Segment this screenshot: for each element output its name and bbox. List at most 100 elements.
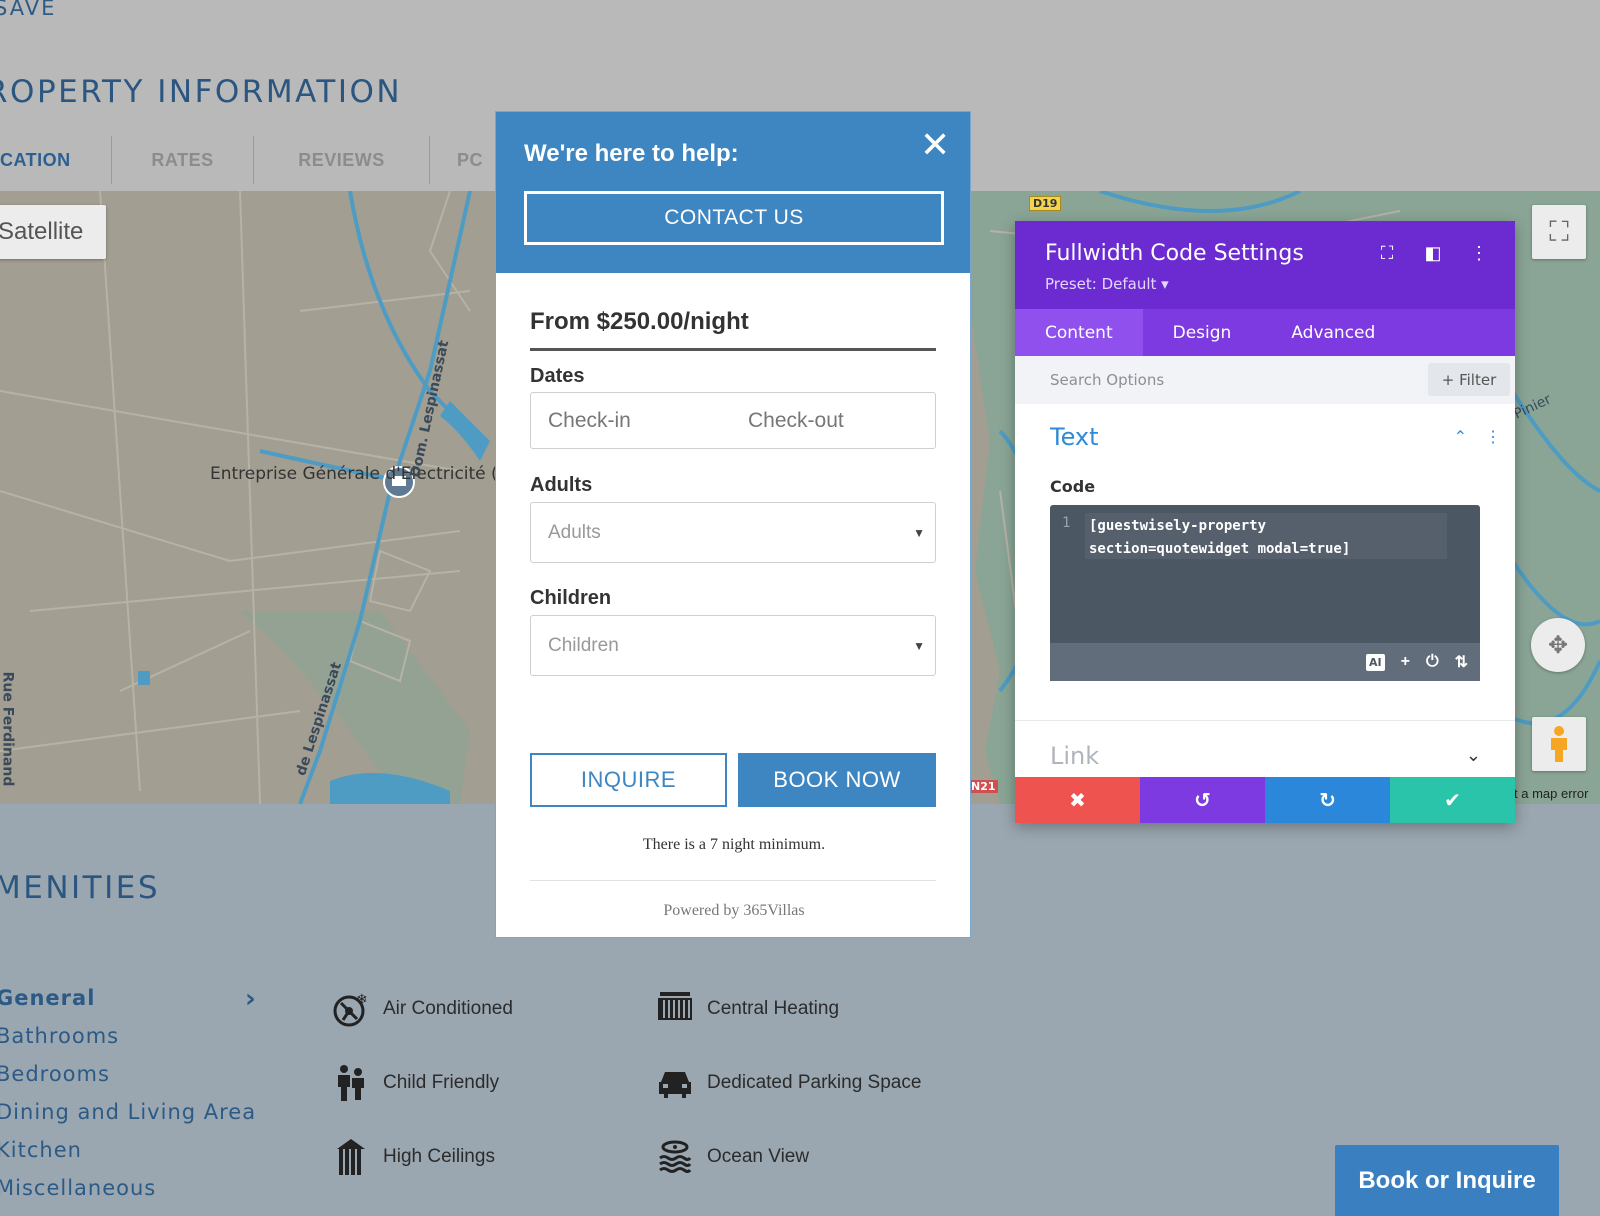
date-range-field[interactable]: Check-in Check-out: [530, 392, 936, 449]
tab-rates[interactable]: RATES: [112, 136, 254, 184]
chevron-down-icon[interactable]: ⌄: [1466, 745, 1481, 766]
amenity-item: Central Heating: [655, 989, 839, 1029]
more-options-icon[interactable]: ⋮: [1469, 243, 1489, 264]
ai-assist-icon[interactable]: AI: [1365, 653, 1385, 671]
redo-icon[interactable]: ↻: [1265, 777, 1390, 823]
contact-us-button[interactable]: CONTACT US: [524, 191, 944, 245]
amenities-title: MENITIES: [0, 870, 161, 906]
section-divider: [1015, 720, 1515, 721]
save-link[interactable]: SAVE: [0, 0, 56, 20]
line-number: 1: [1062, 515, 1071, 531]
tab-content[interactable]: Content: [1015, 309, 1143, 356]
search-options-bar: Search Options + Filter: [1015, 356, 1515, 404]
amenity-item: Dedicated Parking Space: [655, 1063, 921, 1103]
sort-arrows-icon[interactable]: ⇅: [1455, 652, 1468, 672]
search-options-input[interactable]: Search Options: [1050, 371, 1164, 389]
dropdown-caret-icon: ▼: [913, 639, 925, 653]
fullscreen-icon[interactable]: ⛶: [1377, 243, 1397, 264]
power-icon[interactable]: ⏻: [1426, 653, 1439, 671]
panel-header[interactable]: Fullwidth Code Settings Preset: Default …: [1015, 221, 1515, 309]
inquire-button[interactable]: INQUIRE: [530, 753, 727, 807]
modal-header: We're here to help: ✕ CONTACT US: [496, 112, 970, 273]
checkout-input[interactable]: Check-out: [748, 409, 844, 433]
property-tabs: CATION RATES REVIEWS PC: [0, 134, 510, 186]
amenity-label: High Ceilings: [383, 1146, 495, 1167]
quote-modal: We're here to help: ✕ CONTACT US From $2…: [495, 111, 971, 938]
amenity-label: Air Conditioned: [383, 998, 513, 1019]
report-map-error-link[interactable]: t a map error: [1514, 786, 1588, 801]
ocean-icon: [655, 1137, 695, 1177]
tab-design[interactable]: Design: [1143, 309, 1262, 356]
editor-toolbar: AI + ⏻ ⇅: [1050, 643, 1480, 681]
amenity-item: ❄ Air Conditioned: [331, 989, 513, 1029]
category-bedrooms[interactable]: Bedrooms: [0, 1062, 110, 1086]
amenity-label: Dedicated Parking Space: [707, 1072, 922, 1093]
code-input[interactable]: [guestwisely-property section=quotewidge…: [1089, 515, 1350, 561]
chevron-right-icon: ›: [245, 984, 256, 1014]
car-icon: [655, 1063, 695, 1103]
category-dining-living[interactable]: Dining and Living Area: [0, 1100, 256, 1124]
children-label: Children: [530, 587, 612, 609]
tab-advanced[interactable]: Advanced: [1261, 309, 1405, 356]
columns-icon: [331, 1137, 371, 1177]
adults-placeholder: Adults: [548, 521, 601, 543]
children-placeholder: Children: [548, 634, 619, 656]
children-select[interactable]: Children ▼: [530, 615, 936, 676]
code-field-label: Code: [1050, 477, 1096, 496]
category-general[interactable]: General: [0, 986, 95, 1010]
pegman-icon[interactable]: [1532, 717, 1586, 771]
panel-tabs: Content Design Advanced: [1015, 309, 1515, 356]
property-information-title: ROPERTY INFORMATION: [0, 74, 403, 110]
book-or-inquire-button[interactable]: Book or Inquire: [1335, 1145, 1559, 1216]
dropdown-caret-icon: ▼: [913, 526, 925, 540]
adults-select[interactable]: Adults ▼: [530, 502, 936, 563]
amenity-item: High Ceilings: [331, 1137, 495, 1177]
section-link-title[interactable]: Link: [1050, 742, 1099, 770]
amenity-item: Ocean View: [655, 1137, 809, 1177]
tab-reviews[interactable]: REVIEWS: [254, 136, 430, 184]
section-text-title[interactable]: Text: [1050, 423, 1099, 451]
pan-control-icon[interactable]: ✥: [1531, 618, 1585, 672]
preset-selector[interactable]: Preset: Default ▾: [1045, 275, 1169, 293]
minimum-stay-note: There is a 7 night minimum.: [642, 836, 826, 853]
panel-header-actions: ⛶ ◧ ⋮: [1377, 243, 1489, 264]
children-icon: [331, 1063, 371, 1103]
svg-text:❄: ❄: [356, 991, 368, 1007]
chevron-up-icon[interactable]: ⌃: [1454, 427, 1467, 447]
adults-label: Adults: [530, 474, 593, 496]
panel-footer: ✖ ↺ ↻ ✔: [1015, 777, 1515, 823]
book-now-button[interactable]: BOOK NOW: [738, 753, 936, 807]
poi-label[interactable]: Entreprise Générale d'Electricité (EGE): [210, 465, 539, 484]
split-view-icon[interactable]: ◧: [1423, 243, 1443, 264]
amenity-label: Child Friendly: [383, 1072, 500, 1093]
amenity-label: Central Heating: [707, 998, 840, 1019]
category-miscellaneous[interactable]: Miscellaneous: [0, 1176, 156, 1200]
road-shield-d19: D19: [1029, 196, 1062, 211]
satellite-toggle-button[interactable]: Satellite: [0, 205, 106, 259]
category-bathrooms[interactable]: Bathrooms: [0, 1024, 119, 1048]
radiator-icon: [655, 989, 695, 1029]
plus-icon[interactable]: +: [1401, 653, 1410, 671]
close-icon[interactable]: ✕: [920, 128, 950, 164]
amenity-item: Child Friendly: [331, 1063, 499, 1103]
code-editor[interactable]: 1 [guestwisely-property section=quotewid…: [1050, 505, 1480, 681]
powered-by-link[interactable]: Powered by 365Villas: [496, 902, 972, 920]
discard-icon[interactable]: ✖: [1015, 777, 1140, 823]
more-options-icon[interactable]: ⋮: [1485, 427, 1501, 447]
undo-icon[interactable]: ↺: [1140, 777, 1265, 823]
modal-heading: We're here to help:: [524, 140, 739, 167]
module-settings-panel: Fullwidth Code Settings Preset: Default …: [1015, 221, 1515, 823]
section-controls: ⌃ ⋮: [1454, 427, 1501, 447]
panel-title: Fullwidth Code Settings: [1045, 241, 1304, 266]
fullscreen-icon[interactable]: ⛶: [1532, 205, 1586, 259]
category-kitchen[interactable]: Kitchen: [0, 1138, 82, 1162]
air-conditioner-icon: ❄: [331, 989, 371, 1029]
dates-label: Dates: [530, 365, 585, 387]
checkin-input[interactable]: Check-in: [548, 409, 748, 433]
save-check-icon[interactable]: ✔: [1390, 777, 1515, 823]
nightly-price: From $250.00/night: [530, 308, 936, 351]
amenity-label: Ocean View: [707, 1146, 810, 1167]
filter-button[interactable]: + Filter: [1428, 363, 1510, 396]
divider: [530, 880, 936, 881]
tab-location[interactable]: CATION: [0, 136, 112, 184]
